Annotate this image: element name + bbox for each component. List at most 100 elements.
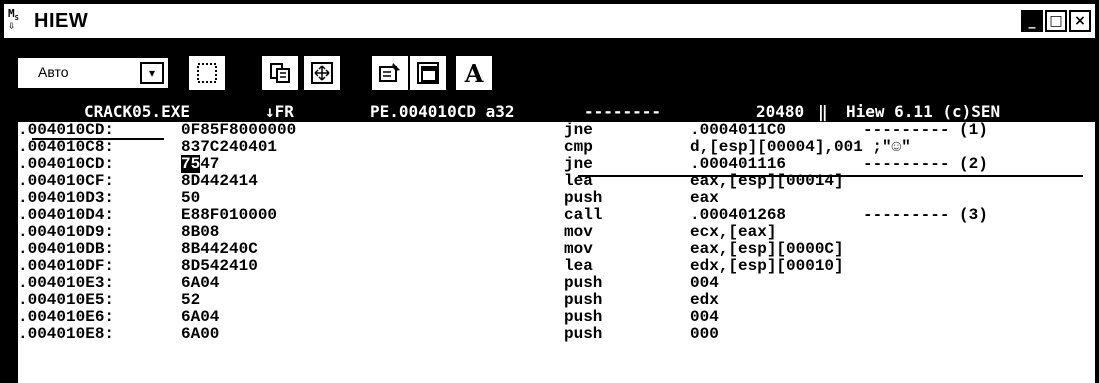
row-mnemonic: push bbox=[564, 325, 603, 343]
row-operands: 004 bbox=[690, 274, 719, 292]
row-mnemonic: jne bbox=[564, 121, 593, 139]
header-version: Hiew 6.11 (c)SEN bbox=[846, 102, 1001, 121]
font-icon: A bbox=[464, 58, 484, 88]
window-title: HIEW bbox=[34, 10, 89, 32]
maximize-button[interactable]: □ bbox=[1045, 10, 1067, 32]
row-mnemonic: cmp bbox=[564, 138, 593, 156]
row-operands: .000401116 bbox=[690, 155, 787, 173]
code-row[interactable]: .004010D3: 50 push eax bbox=[18, 190, 1095, 207]
annotation-underline-jump bbox=[578, 175, 1083, 177]
code-row[interactable]: .004010DB: 8B44240C mov eax,[esp][0000C] bbox=[18, 241, 1095, 258]
row-hex: 50 bbox=[181, 189, 201, 207]
row-hex: 7547 bbox=[181, 155, 220, 173]
row-comment: --------- (3) bbox=[863, 206, 988, 224]
code-row[interactable]: .004010D4: E88F010000 call .000401268 --… bbox=[18, 207, 1095, 224]
row-hex: 837C240401 bbox=[181, 138, 278, 156]
row-address: .004010CD: bbox=[18, 155, 115, 173]
header-separator: ‖ bbox=[818, 102, 828, 121]
row-operands: .000401268 bbox=[690, 206, 787, 224]
code-row[interactable]: .004010D9: 8B08 mov ecx,[eax] bbox=[18, 224, 1095, 241]
row-operands: edx,[esp][00010] bbox=[690, 257, 844, 275]
row-hex: 6A04 bbox=[181, 308, 220, 326]
row-address: .004010D3: bbox=[18, 189, 115, 207]
row-operands: edx bbox=[690, 291, 719, 309]
row-hex: E88F010000 bbox=[181, 206, 278, 224]
row-address: .004010CD: bbox=[18, 121, 115, 139]
window-controls: _ □ × bbox=[1021, 10, 1091, 32]
select-icon bbox=[197, 63, 217, 83]
row-mnemonic: lea bbox=[564, 257, 593, 275]
cursor-highlight[interactable]: 75 bbox=[181, 155, 201, 173]
row-hex: 8B44240C bbox=[181, 240, 258, 258]
code-row[interactable]: .004010CD: 0F85F8000000 jne .0004011C0 -… bbox=[18, 122, 1095, 139]
title-bar[interactable]: MS ⇩ HIEW _ □ × bbox=[4, 4, 1095, 38]
row-address: .004010DF: bbox=[18, 257, 115, 275]
row-hex-rest: 47 bbox=[200, 155, 220, 173]
row-hex: 6A04 bbox=[181, 274, 220, 292]
row-mnemonic: push bbox=[564, 291, 603, 309]
row-address: .004010D4: bbox=[18, 206, 115, 224]
msdos-icon-line2: ⇩ bbox=[8, 19, 15, 32]
minimize-button[interactable]: _ bbox=[1021, 10, 1043, 32]
row-address: .004010E3: bbox=[18, 274, 115, 292]
row-address: .004010C8: bbox=[18, 138, 115, 156]
hiew-window: MS ⇩ HIEW _ □ × Авто ▾ A CRACK05.EXE ↓FR… bbox=[0, 0, 1099, 383]
fullscreen-button[interactable] bbox=[304, 56, 340, 90]
row-mnemonic: push bbox=[564, 274, 603, 292]
row-operands: d,[esp][00004],001 ;"☺" bbox=[690, 138, 911, 156]
row-address: .004010CF: bbox=[18, 172, 115, 190]
annotation-underline-address bbox=[32, 138, 164, 140]
row-comment: --------- (1) bbox=[863, 121, 988, 139]
row-address: .004010D9: bbox=[18, 223, 115, 241]
background-button[interactable] bbox=[410, 56, 446, 90]
header-dashes: -------- bbox=[584, 102, 662, 121]
close-button[interactable]: × bbox=[1069, 10, 1091, 32]
code-rows: .004010CD: 0F85F8000000 jne .0004011C0 -… bbox=[18, 122, 1095, 343]
row-address: .004010E5: bbox=[18, 291, 115, 309]
chevron-down-icon[interactable]: ▾ bbox=[140, 62, 164, 84]
code-row[interactable]: .004010E3: 6A04 push 004 bbox=[18, 275, 1095, 292]
font-size-select[interactable]: Авто ▾ bbox=[18, 58, 168, 88]
row-address: .004010E6: bbox=[18, 308, 115, 326]
row-operands: ecx,[eax] bbox=[690, 223, 777, 241]
row-mnemonic: push bbox=[564, 189, 603, 207]
header-size: 20480 bbox=[756, 102, 805, 121]
mark-button[interactable] bbox=[189, 56, 225, 90]
row-hex: 52 bbox=[181, 291, 201, 309]
row-operands: 000 bbox=[690, 325, 719, 343]
row-hex: 6A00 bbox=[181, 325, 220, 343]
font-button[interactable]: A bbox=[456, 56, 492, 90]
row-operands: .0004011C0 bbox=[690, 121, 787, 139]
properties-button[interactable] bbox=[372, 56, 408, 90]
row-operands: 004 bbox=[690, 308, 719, 326]
code-row[interactable]: .004010E6: 6A04 push 004 bbox=[18, 309, 1095, 326]
code-row[interactable]: .004010C8: 837C240401 cmp d,[esp][00004]… bbox=[18, 139, 1095, 156]
header-mode: ↓FR bbox=[265, 102, 294, 121]
minimize-icon: _ bbox=[1028, 13, 1036, 29]
maximize-icon: □ bbox=[1049, 13, 1063, 29]
row-mnemonic: call bbox=[564, 206, 603, 224]
code-row-current[interactable]: .004010CD: 7547 jne .000401116 ---------… bbox=[18, 155, 1095, 173]
msdos-icon[interactable]: MS ⇩ bbox=[8, 7, 30, 34]
fullscreen-icon bbox=[311, 62, 333, 84]
row-address: .004010DB: bbox=[18, 240, 115, 258]
disassembly-view[interactable]: CRACK05.EXE ↓FR PE.004010CD a32 --------… bbox=[18, 102, 1095, 383]
code-row[interactable]: .004010E8: 6A00 push 000 bbox=[18, 326, 1095, 343]
row-operands: eax,[esp][0000C] bbox=[690, 240, 844, 258]
font-size-value: Авто bbox=[38, 64, 69, 80]
row-mnemonic: push bbox=[564, 308, 603, 326]
row-comment: --------- (2) bbox=[863, 155, 988, 173]
toolbar: Авто ▾ A bbox=[4, 42, 1095, 92]
code-row[interactable]: .004010DF: 8D542410 lea edx,[esp][00010] bbox=[18, 258, 1095, 275]
code-row[interactable]: .004010E5: 52 push edx bbox=[18, 292, 1095, 309]
status-header: CRACK05.EXE ↓FR PE.004010CD a32 --------… bbox=[18, 102, 1095, 122]
row-hex: 8D542410 bbox=[181, 257, 258, 275]
row-hex: 8D442414 bbox=[181, 172, 258, 190]
copy-button[interactable] bbox=[262, 56, 298, 90]
copy-icon bbox=[270, 63, 290, 83]
background-icon bbox=[417, 62, 439, 84]
header-offset: PE.004010CD a32 bbox=[370, 102, 515, 121]
header-filename: CRACK05.EXE bbox=[84, 102, 190, 121]
row-mnemonic: jne bbox=[564, 155, 593, 173]
row-address: .004010E8: bbox=[18, 325, 115, 343]
